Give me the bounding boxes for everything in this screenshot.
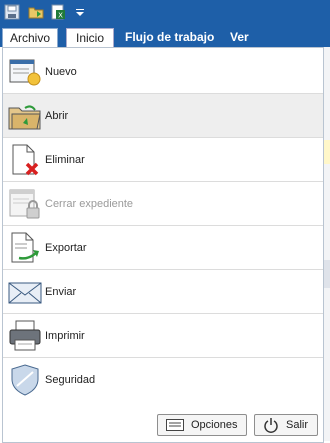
tab-flujo-de-trabajo[interactable]: Flujo de trabajo xyxy=(117,28,222,47)
save-icon[interactable] xyxy=(4,4,20,20)
menu-item-label: Exportar xyxy=(45,242,87,254)
file-menu: Nuevo Abrir Eliminar Cerrar expediente E… xyxy=(2,47,324,443)
quick-access-toolbar: X xyxy=(0,0,330,26)
menu-item-label: Enviar xyxy=(45,286,77,298)
menu-item-label: Nuevo xyxy=(45,66,77,78)
menu-item-imprimir[interactable]: Imprimir xyxy=(3,314,323,358)
lock-document-icon xyxy=(7,186,43,222)
menu-item-cerrar-expediente: Cerrar expediente xyxy=(3,182,323,226)
envelope-icon xyxy=(7,274,43,310)
exit-button[interactable]: Salir xyxy=(254,414,318,436)
svg-text:X: X xyxy=(58,12,63,20)
menu-item-exportar[interactable]: Exportar xyxy=(3,226,323,270)
printer-icon xyxy=(7,318,43,354)
tab-ver[interactable]: Ver xyxy=(222,28,257,47)
exit-button-label: Salir xyxy=(286,419,309,431)
menu-item-enviar[interactable]: Enviar xyxy=(3,270,323,314)
options-button-label: Opciones xyxy=(191,419,238,431)
menu-item-label: Imprimir xyxy=(45,330,85,342)
options-button[interactable]: Opciones xyxy=(157,414,247,436)
menu-item-nuevo[interactable]: Nuevo xyxy=(3,50,323,94)
menu-item-label: Cerrar expediente xyxy=(45,198,134,210)
menu-item-eliminar[interactable]: Eliminar xyxy=(3,138,323,182)
open-folder-icon[interactable] xyxy=(28,4,44,20)
tab-archivo[interactable]: Archivo xyxy=(2,28,58,48)
options-icon xyxy=(166,419,184,434)
export-document-icon xyxy=(7,230,43,266)
menu-item-abrir[interactable]: Abrir xyxy=(3,94,323,138)
ribbon-tab-bar: Archivo Inicio Flujo de trabajo Ver xyxy=(0,26,330,48)
menu-item-label: Abrir xyxy=(45,110,69,122)
open-folder-icon xyxy=(7,98,43,134)
menu-item-label: Seguridad xyxy=(45,374,96,386)
shield-icon xyxy=(7,362,43,398)
delete-document-icon xyxy=(7,142,43,178)
tab-inicio[interactable]: Inicio xyxy=(66,28,114,48)
export-excel-icon[interactable]: X xyxy=(50,4,66,20)
menu-footer: Opciones Salir xyxy=(3,404,323,442)
menu-item-label: Eliminar xyxy=(45,154,85,166)
customize-dropdown-icon[interactable] xyxy=(72,4,88,20)
power-icon xyxy=(263,417,279,436)
new-document-icon xyxy=(7,54,43,90)
menu-item-seguridad[interactable]: Seguridad xyxy=(3,358,323,402)
